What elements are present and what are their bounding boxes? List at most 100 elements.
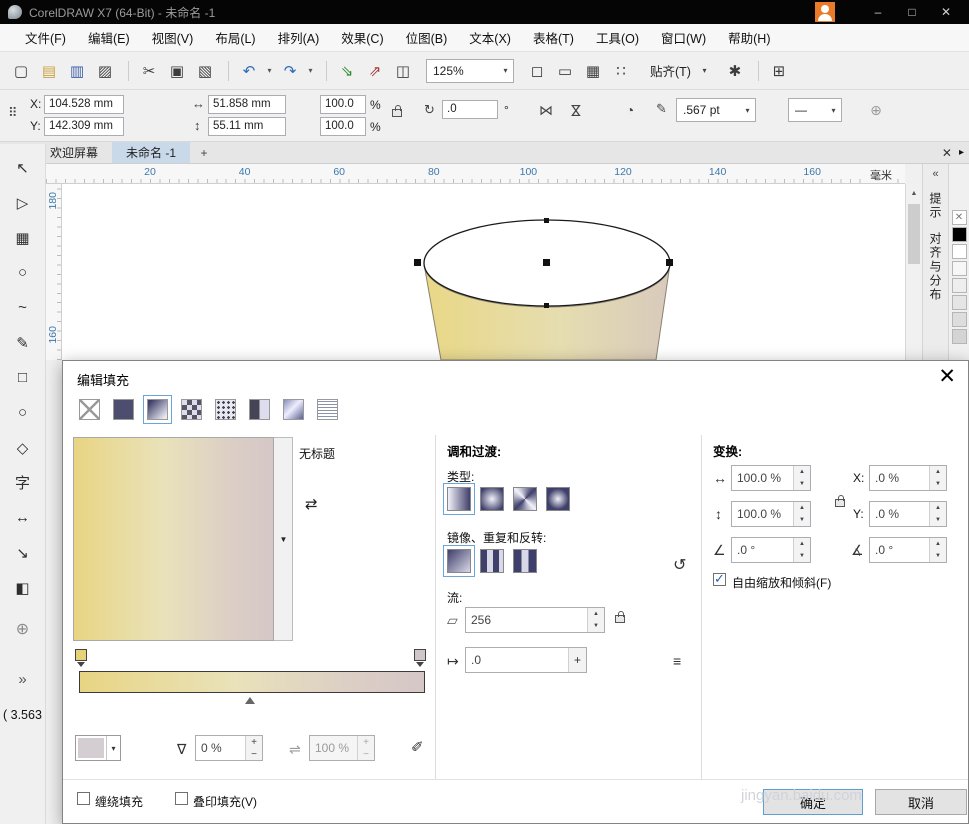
fountain-linear-icon[interactable] [447, 487, 471, 511]
separator[interactable] [750, 61, 759, 81]
quick-customize-button[interactable]: ⊕ [864, 98, 888, 122]
paste-icon[interactable]: ▧ [192, 58, 218, 84]
snap-to-dropdown[interactable]: 贴齐(T) ▾ [644, 59, 712, 83]
plus-button[interactable]: + [568, 648, 586, 672]
tab-document[interactable]: 未命名 -1 [112, 142, 190, 163]
node-color-select[interactable]: ▾ [75, 735, 121, 761]
chevron-down-icon[interactable]: ▾ [106, 736, 120, 760]
spinner[interactable]: ▲▼ [793, 466, 810, 490]
separator[interactable] [120, 61, 129, 81]
overprint-fill-checkbox[interactable] [175, 792, 188, 805]
repeat-default-icon[interactable] [447, 549, 471, 573]
save-icon[interactable]: ▥ [64, 58, 90, 84]
x-position-field[interactable]: 104.528 mm [44, 95, 124, 114]
preview-dropdown-icon[interactable]: ▼ [276, 531, 291, 547]
copy-icon[interactable]: ▣ [164, 58, 190, 84]
interactive-fill-tool[interactable]: ◧ [9, 574, 37, 601]
minimize-button[interactable]: – [861, 1, 895, 23]
circular-arrow-icon[interactable]: ↺ [673, 555, 686, 575]
spinner[interactable]: +− [245, 736, 262, 760]
text-tool[interactable]: 字 [9, 469, 37, 496]
show-guidelines-icon[interactable]: ∷ [608, 58, 634, 84]
tab-welcome[interactable]: 欢迎屏幕 [36, 142, 112, 163]
gradient-stop-end[interactable] [414, 649, 426, 661]
user-account-icon[interactable] [815, 2, 835, 22]
transition-options-icon[interactable]: ≡ [673, 653, 681, 669]
expand-toolbox-button[interactable]: » [9, 666, 37, 693]
freehand-tool[interactable]: ~ [9, 294, 37, 321]
menu-item[interactable]: 布局(L) [204, 24, 266, 51]
transform-x-input[interactable]: .0 % ▲▼ [869, 465, 947, 491]
proportional-lock-icon[interactable] [835, 499, 845, 507]
print-icon[interactable]: ▨ [92, 58, 118, 84]
color-swatch[interactable] [952, 295, 967, 310]
separator[interactable] [220, 61, 229, 81]
no-color-swatch[interactable]: ✕ [952, 210, 967, 225]
crop-tool[interactable]: ▦ [9, 224, 37, 251]
fill-none-icon[interactable] [79, 399, 100, 420]
midpoint-marker[interactable] [245, 697, 255, 704]
vertical-scrollbar[interactable]: ▲ [905, 184, 922, 360]
fountain-conical-icon[interactable] [513, 487, 537, 511]
drawing-canvas[interactable] [62, 184, 905, 360]
outline-width-select[interactable]: .567 pt ▾ [676, 98, 756, 122]
fountain-rectangular-icon[interactable] [546, 487, 570, 511]
fill-texture-icon[interactable] [283, 399, 304, 420]
ellipse-tool[interactable]: ○ [9, 399, 37, 426]
spinner[interactable]: ▲▼ [793, 502, 810, 526]
transform-y-input[interactable]: .0 % ▲▼ [869, 501, 947, 527]
menu-item[interactable]: 视图(V) [141, 24, 205, 51]
connector-tool[interactable]: ↘ [9, 539, 37, 566]
y-position-field[interactable]: 142.309 mm [44, 117, 124, 136]
chevron-down-icon[interactable]: ▾ [697, 59, 712, 83]
horizontal-ruler[interactable]: 毫米 20406080100120140160 [46, 164, 905, 184]
color-swatch-black[interactable] [952, 227, 967, 242]
color-swatch[interactable] [952, 278, 967, 293]
show-rulers-icon[interactable]: ▭ [552, 58, 578, 84]
dimension-tool[interactable]: ↔ [9, 504, 37, 531]
color-swatch[interactable] [952, 261, 967, 276]
redo-dropdown-icon[interactable]: ▾ [305, 58, 316, 84]
dialog-close-icon[interactable]: ✕ [938, 364, 956, 389]
scale-y-field[interactable]: 100.0 [320, 117, 366, 136]
fill-fountain-icon[interactable] [147, 399, 168, 420]
export-icon[interactable]: ⇗ [362, 58, 388, 84]
acceleration-input[interactable]: .0 + [465, 647, 587, 673]
chevron-down-icon[interactable]: ▾ [740, 99, 755, 121]
repeat-mirror-icon[interactable] [480, 549, 504, 573]
chevron-down-icon[interactable]: ▾ [826, 99, 841, 121]
rotate-input[interactable]: .0 ° ▲▼ [869, 537, 947, 563]
app-window-icon[interactable]: ⊞ [766, 58, 792, 84]
docker-tab-align[interactable]: 对齐与分布 [927, 232, 944, 302]
fill-width-input[interactable]: 100.0 % ▲▼ [731, 465, 811, 491]
shape-tool[interactable]: ▷ [9, 189, 37, 216]
rectangle-tool[interactable]: □ [9, 364, 37, 391]
zoom-level-select[interactable]: 125% ▾ [426, 59, 514, 83]
menu-item[interactable]: 排列(A) [267, 24, 331, 51]
fountain-elliptical-icon[interactable] [480, 487, 504, 511]
fill-vector-pattern-icon[interactable] [181, 399, 202, 420]
docker-collapse-icon[interactable]: « [932, 168, 938, 180]
spinner[interactable]: +− [357, 736, 374, 760]
ok-button[interactable]: 确定 [763, 789, 863, 815]
fill-bitmap-pattern-icon[interactable] [215, 399, 236, 420]
gradient-preview[interactable] [73, 437, 274, 641]
scale-lock-icon[interactable] [392, 109, 402, 117]
fill-uniform-icon[interactable] [113, 399, 134, 420]
steps-lock-icon[interactable] [615, 615, 625, 623]
show-grid-icon[interactable]: ▦ [580, 58, 606, 84]
eyedropper-icon[interactable]: ✐ [411, 738, 424, 756]
object-width-field[interactable]: 51.858 mm [208, 95, 286, 114]
fullscreen-preview-icon[interactable]: ◻ [524, 58, 550, 84]
close-document-icon[interactable]: ✕ [942, 146, 952, 160]
color-swatch[interactable] [952, 244, 967, 259]
rotation-ang-field[interactable]: .0 [442, 100, 498, 119]
separator[interactable] [318, 61, 327, 81]
menu-item[interactable]: 编辑(E) [77, 24, 141, 51]
cancel-button[interactable]: 取消 [875, 789, 967, 815]
object-height-field[interactable]: 55.11 mm [208, 117, 286, 136]
cut-icon[interactable]: ✂ [136, 58, 162, 84]
artistic-media-tool[interactable]: ✎ [9, 329, 37, 356]
menu-item[interactable]: 文本(X) [458, 24, 522, 51]
close-button[interactable]: ✕ [929, 1, 963, 23]
